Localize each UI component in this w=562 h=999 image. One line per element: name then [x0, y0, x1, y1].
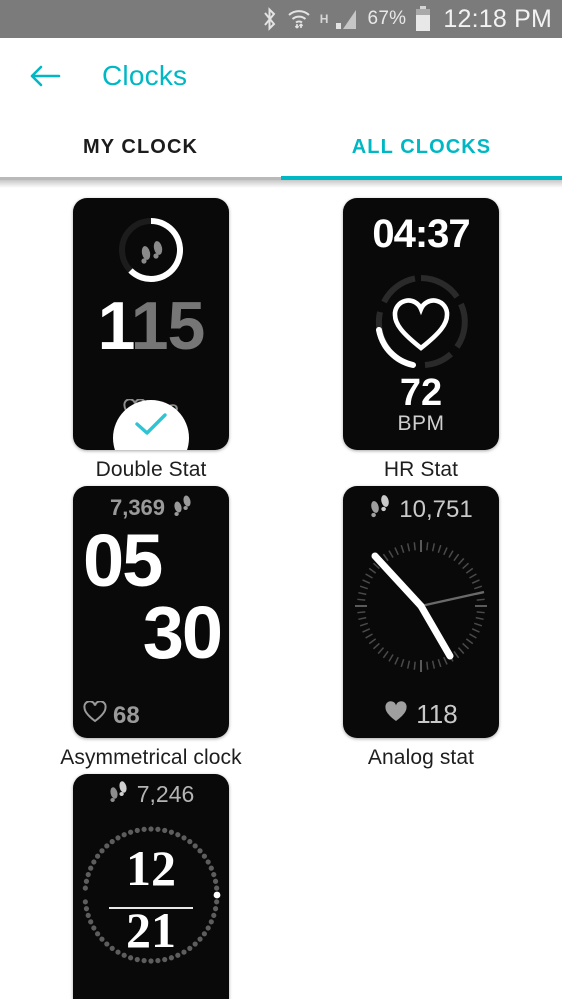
watch-face-preview[interactable]: 04:37 72 BPM	[343, 198, 499, 450]
heart-rate-row: 118	[343, 699, 499, 730]
hours-label: 12	[73, 844, 229, 893]
network-type-label: H	[320, 12, 329, 26]
heart-rate-value: 68	[113, 702, 140, 730]
clock-name-label: Asymmetrical clock	[60, 746, 242, 770]
hours-label: 05	[83, 524, 161, 598]
tab-all-clocks-label: ALL CLOCKS	[352, 136, 492, 159]
bluetooth-icon	[261, 7, 278, 31]
cellular-signal-icon	[334, 8, 358, 30]
watch-face-preview[interactable]: 10,751	[343, 486, 499, 738]
bpm-unit-label: BPM	[343, 412, 499, 436]
tab-all-clocks[interactable]: ALL CLOCKS	[281, 114, 562, 180]
tab-bar-shadow	[0, 180, 562, 188]
heart-rate-value: 72	[343, 374, 499, 412]
clock-card-double-stat[interactable]: 115 68 Double Stat	[16, 198, 286, 482]
clock-name-label: Analog stat	[368, 746, 474, 770]
heart-rate-progress-ring-icon	[369, 270, 473, 374]
tab-all-clocks-underline	[281, 176, 562, 180]
clock-card-analog-stat[interactable]: 10,751	[286, 486, 556, 770]
double-stat-value: 115	[73, 292, 229, 360]
footsteps-icon	[172, 494, 192, 522]
footsteps-icon	[369, 494, 391, 525]
heart-rate-row: 68	[83, 701, 140, 730]
analog-dial-icon	[345, 530, 497, 682]
double-stat-value-white: 1	[98, 288, 131, 364]
heart-rate-value: 118	[416, 699, 457, 730]
tab-my-clock-underline	[0, 177, 281, 180]
tab-my-clock[interactable]: MY CLOCK	[0, 114, 281, 180]
watch-face-preview[interactable]: 7,246	[73, 774, 229, 999]
clock-card-dotted-clock[interactable]: 7,246	[16, 774, 286, 999]
clock-card-asymmetrical-clock[interactable]: 7,369 05 30 68	[16, 486, 286, 770]
steps-row: 7,246	[73, 780, 229, 809]
page-title: Clocks	[102, 60, 187, 92]
heart-filled-icon	[384, 699, 408, 730]
steps-row: 7,369	[73, 494, 229, 522]
wifi-icon	[287, 7, 311, 31]
minutes-label: 30	[143, 596, 221, 670]
time-label: 04:37	[343, 212, 499, 257]
status-bar-clock: 12:18 PM	[443, 5, 552, 34]
status-bar: H 67% 12:18 PM	[0, 0, 562, 38]
app-bar: Clocks	[0, 38, 562, 114]
battery-percent-label: 67%	[367, 8, 406, 30]
tab-bar: MY CLOCK ALL CLOCKS	[0, 114, 562, 180]
clock-name-label: Double Stat	[96, 458, 207, 482]
footsteps-icon	[108, 780, 129, 809]
steps-value: 7,369	[110, 495, 165, 521]
check-icon	[134, 412, 168, 443]
watch-face-preview[interactable]: 115 68	[73, 198, 229, 450]
minutes-label: 21	[73, 906, 229, 955]
clock-name-label: HR Stat	[384, 458, 458, 482]
heart-outline-icon	[83, 701, 107, 730]
battery-icon	[415, 6, 431, 32]
steps-progress-ring-icon	[117, 216, 185, 284]
watch-face-preview[interactable]: 7,369 05 30 68	[73, 486, 229, 738]
clock-card-hr-stat[interactable]: 04:37 72 BPM HR Stat	[286, 198, 556, 482]
steps-value: 7,246	[137, 781, 195, 808]
tab-my-clock-label: MY CLOCK	[83, 136, 198, 159]
steps-value: 10,751	[399, 496, 472, 524]
steps-row: 10,751	[343, 494, 499, 525]
double-stat-value-gray: 15	[131, 288, 205, 364]
back-arrow-icon[interactable]	[28, 59, 62, 93]
clock-grid: 115 68 Double Stat 04	[0, 188, 562, 999]
